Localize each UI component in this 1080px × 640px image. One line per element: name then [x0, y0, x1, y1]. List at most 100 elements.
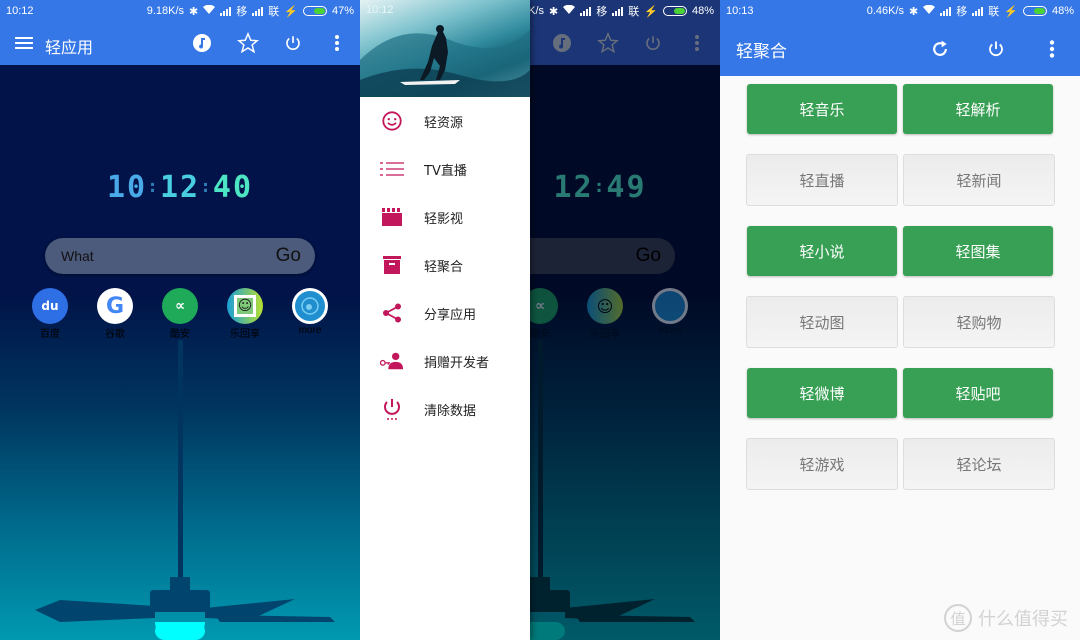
app-more[interactable]: more: [280, 288, 340, 336]
more-vert-icon[interactable]: [1040, 37, 1064, 61]
drawer-item-label: 清除数据: [424, 403, 477, 419]
drawer-item-donate[interactable]: 捐赠开发者: [360, 337, 530, 385]
parse-button[interactable]: 轻解析: [903, 84, 1053, 134]
go-button: Go: [635, 245, 661, 266]
smile-app-icon: ☺: [587, 288, 623, 324]
music-icon: [550, 31, 574, 55]
battery-percent: 48%: [691, 5, 714, 17]
gallery-button[interactable]: 轻图集: [903, 226, 1053, 276]
charging-icon: ⚡: [1004, 5, 1018, 18]
network-speed: 0.46K/s: [866, 5, 905, 17]
status-time: 10:12: [6, 5, 34, 17]
drawer-item-movies[interactable]: 轻影视: [360, 193, 530, 241]
power-icon[interactable]: [281, 31, 305, 55]
clock-minutes: 12: [159, 170, 201, 205]
drawer-item-share[interactable]: 分享应用: [360, 289, 530, 337]
screen-drawer-open: 12:49 Go ∝ 酷安 ☺ 乐回享 more ✱ 移 联 ⚡ 48% 10:…: [360, 0, 720, 640]
signal-icon: [220, 6, 232, 16]
drawer-menu: 轻资源 TV直播 轻影视 轻聚合 分享应用 捐赠开发者 清除数据: [360, 97, 530, 433]
list-icon: [380, 157, 404, 181]
bluetooth-icon: ✱: [909, 5, 919, 18]
carrier-2: 联: [988, 6, 1000, 18]
tieba-button[interactable]: 轻贴吧: [903, 368, 1053, 418]
star-icon: [596, 31, 620, 55]
smile-app-icon: ☺: [227, 288, 263, 324]
menu-icon[interactable]: [12, 31, 36, 55]
drawer-status-time: 10:12: [366, 4, 394, 16]
app-coolapk[interactable]: ∝ 酷安: [150, 288, 210, 340]
more-vert-icon[interactable]: [325, 31, 349, 55]
app-label: more: [298, 325, 322, 336]
drawer-item-clear-data[interactable]: 清除数据: [360, 385, 530, 433]
app-google[interactable]: G 谷歌: [85, 288, 145, 340]
clock-sep: :: [200, 176, 213, 197]
wifi-icon: [923, 4, 936, 18]
radar-icon: [652, 288, 688, 324]
radar-icon: [292, 288, 328, 324]
navigation-drawer: 10:12 轻资源 TV直播 轻影视 轻聚合 分享应用 捐赠开发者 清除数据: [360, 0, 530, 640]
ceiling-fan-illustration: [35, 340, 335, 640]
power-icon: [641, 31, 665, 55]
toolbar: 轻应用: [0, 22, 360, 65]
signal-icon: [940, 6, 952, 16]
signal-icon: [252, 6, 264, 16]
app-label: 谷歌: [105, 329, 125, 340]
drawer-item-aggregate[interactable]: 轻聚合: [360, 241, 530, 289]
status-time: 10:13: [726, 5, 754, 17]
drawer-item-resources[interactable]: 轻资源: [360, 97, 530, 145]
battery-icon: [662, 6, 687, 16]
game-button[interactable]: 轻游戏: [746, 438, 898, 490]
watermark: 值 什么值得买: [944, 604, 1068, 632]
app-lehuixiang: ☺ 乐回享: [575, 288, 635, 340]
google-icon: G: [97, 288, 133, 324]
app-title: 轻应用: [45, 38, 94, 57]
forum-button[interactable]: 轻论坛: [903, 438, 1055, 490]
carrier-1: 移: [236, 6, 248, 18]
clock-seconds: 49: [606, 170, 647, 205]
search-bar[interactable]: What Go: [45, 238, 315, 274]
drawer-item-label: TV直播: [424, 163, 467, 179]
shopping-button[interactable]: 轻购物: [903, 296, 1055, 348]
refresh-icon[interactable]: [928, 37, 952, 61]
signal-icon: [972, 6, 984, 16]
app-label: 酷安: [170, 329, 190, 340]
star-icon[interactable]: [236, 31, 260, 55]
clapperboard-icon: [380, 205, 404, 229]
clock-minutes: 12: [553, 170, 594, 205]
music-icon[interactable]: [190, 31, 214, 55]
drawer-item-label: 轻资源: [424, 115, 464, 131]
baidu-icon: du: [32, 288, 68, 324]
power-icon[interactable]: [984, 37, 1008, 61]
watermark-badge: 值: [944, 604, 972, 632]
bluetooth-icon: ✱: [189, 5, 199, 18]
archive-box-icon: [380, 253, 404, 277]
novel-button[interactable]: 轻小说: [747, 226, 897, 276]
battery-icon: [302, 6, 327, 16]
carrier-1: 移: [956, 6, 968, 18]
carrier-2: 联: [628, 6, 640, 18]
go-button[interactable]: Go: [276, 245, 301, 267]
drawer-item-label: 分享应用: [424, 307, 477, 323]
music-button[interactable]: 轻音乐: [747, 84, 897, 134]
weibo-button[interactable]: 轻微博: [747, 368, 897, 418]
drawer-item-tv-live[interactable]: TV直播: [360, 145, 530, 193]
search-input[interactable]: What: [61, 248, 94, 264]
toolbar: 轻聚合: [720, 22, 1080, 76]
gif-button[interactable]: 轻动图: [746, 296, 898, 348]
signal-icon: [612, 6, 624, 16]
app-baidu[interactable]: du 百度: [20, 288, 80, 340]
battery-percent: 47%: [331, 5, 354, 17]
wifi-icon: [203, 4, 216, 18]
carrier-2: 联: [268, 6, 280, 18]
donate-user-icon: [380, 349, 404, 373]
clock-seconds: 40: [212, 170, 254, 205]
battery-percent: 48%: [1051, 5, 1074, 17]
coolapk-icon: ∝: [162, 288, 198, 324]
page-title: 轻聚合: [736, 41, 787, 62]
smiley-icon: [380, 109, 404, 133]
live-button[interactable]: 轻直播: [746, 154, 898, 206]
news-button[interactable]: 轻新闻: [903, 154, 1055, 206]
wifi-icon: [563, 4, 576, 18]
app-lehuixiang[interactable]: ☺ 乐回享: [215, 288, 275, 340]
charging-icon: ⚡: [284, 5, 298, 18]
